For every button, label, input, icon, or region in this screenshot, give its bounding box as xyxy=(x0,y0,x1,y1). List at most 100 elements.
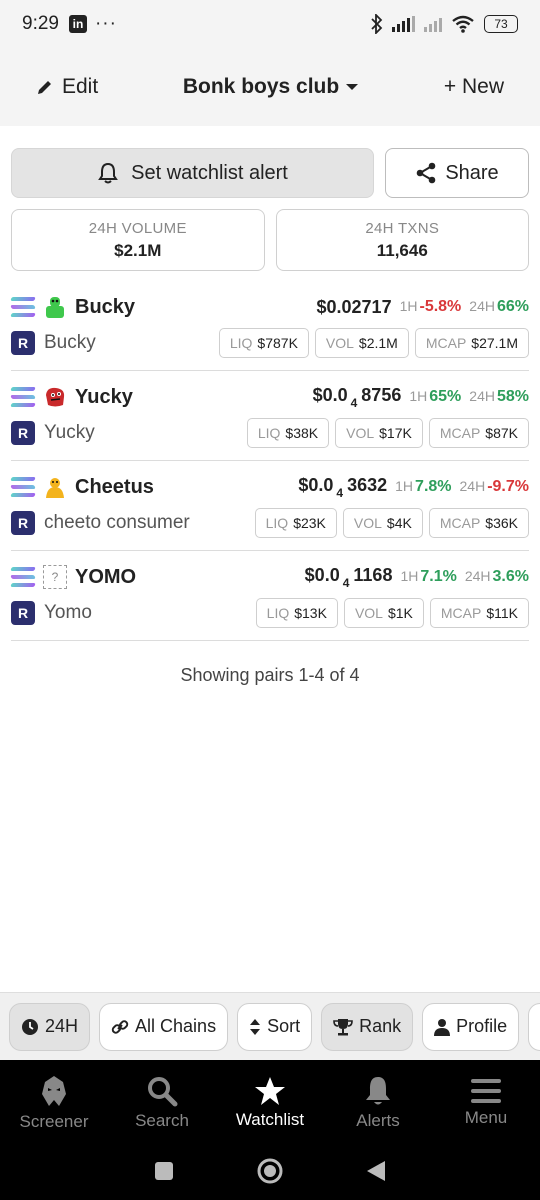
price-rest: 3632 xyxy=(347,474,388,495)
pair-symbol: YOMO xyxy=(75,565,137,588)
profile-button[interactable]: Profile xyxy=(422,1002,520,1051)
change-24h: 24H 58% xyxy=(469,388,529,406)
chip-label: VOL xyxy=(354,605,383,621)
change-1h-label: 1H xyxy=(409,388,428,404)
change-1h-label: 1H xyxy=(395,478,414,494)
new-watchlist-button[interactable]: + New xyxy=(444,75,504,99)
home-icon[interactable] xyxy=(256,1157,284,1185)
chip-value: $23K xyxy=(293,515,326,531)
pencil-icon xyxy=(38,81,51,94)
raydium-icon: R xyxy=(11,511,35,535)
pair-name: Bucky xyxy=(44,332,96,353)
change-1h-value: 65% xyxy=(429,388,462,405)
volume-chip: VOL $4K xyxy=(342,508,423,538)
stat-value: 11,646 xyxy=(376,240,428,260)
edit-button[interactable]: Edit xyxy=(36,75,98,99)
green-frog-icon xyxy=(43,295,67,319)
change-24h: 24H 66% xyxy=(469,298,529,316)
status-time: 9:29 xyxy=(22,13,59,34)
pair-row[interactable]: Bucky $0.02717 1H -5.8% 24H 66% R Bucky LI… xyxy=(10,281,529,371)
change-24h-value: 66% xyxy=(496,298,529,315)
more-filter-button[interactable] xyxy=(528,1002,540,1051)
price-zero-count: 4 xyxy=(342,575,350,590)
clock-icon xyxy=(22,1018,38,1035)
watchlist-title: Bonk boys club xyxy=(182,75,340,98)
chip-label: LIQ xyxy=(266,605,290,621)
nav-screener-label: Screener xyxy=(19,1112,89,1131)
solana-icon xyxy=(10,297,36,317)
watchlist-stats: 24H VOLUME $2.1M 24H TXNS 11,646 xyxy=(0,198,540,271)
edit-label: Edit xyxy=(62,75,99,98)
change-24h-value: -9.7% xyxy=(487,478,529,495)
chip-label: MCAP xyxy=(425,335,467,351)
chip-value: $787K xyxy=(257,335,298,351)
rank-label: Rank xyxy=(359,1016,402,1036)
pair-row[interactable]: Yucky $0.0 4 8756 1H 65% 24H 58% R Yucky LIQ… xyxy=(10,371,529,461)
chip-value: $38K xyxy=(285,425,319,441)
user-icon xyxy=(434,1018,451,1036)
chip-label: MCAP xyxy=(439,425,481,441)
nav-watchlist-label: Watchlist xyxy=(235,1110,305,1129)
link-icon xyxy=(111,1019,129,1034)
price-rest: 1168 xyxy=(353,564,393,585)
change-24h-label: 24H xyxy=(459,478,486,494)
change-24h-label: 24H xyxy=(469,298,495,314)
change-1h: 1H 65% xyxy=(409,388,461,406)
nav-menu[interactable]: Menu xyxy=(432,1060,540,1146)
nav-screener[interactable]: Screener xyxy=(0,1060,108,1146)
top-area: 9:29 in ··· 73 Edit Bonk boys club + New xyxy=(0,0,540,126)
pair-price: $0.0 4 8756 xyxy=(313,385,402,410)
watchlist-selector[interactable]: Bonk boys club xyxy=(183,75,359,99)
chip-value: $87K xyxy=(485,425,518,441)
change-1h-label: 1H xyxy=(400,568,419,584)
menu-icon xyxy=(471,1079,501,1103)
new-label: + New xyxy=(443,75,504,98)
price-zero-count: 4 xyxy=(350,395,358,410)
recents-icon[interactable] xyxy=(154,1161,174,1181)
timeframe-filter-button[interactable]: 24H xyxy=(9,1002,91,1051)
chip-value: $4K xyxy=(386,515,412,531)
pair-row[interactable]: ? YOMO $0.0 4 1168 1H 7.1% 24H 3.6% R Yomo L… xyxy=(10,551,529,641)
mcap-chip: MCAP $27.1M xyxy=(414,328,529,358)
solana-icon xyxy=(10,567,36,587)
search-icon xyxy=(148,1077,178,1107)
mcap-chip: MCAP $11K xyxy=(429,598,529,628)
nav-watchlist[interactable]: Watchlist xyxy=(216,1060,324,1146)
price-main: $0.0 xyxy=(312,384,348,405)
mcap-chip: MCAP $36K xyxy=(428,508,529,538)
watchlist-actions: Set watchlist alert Share xyxy=(0,126,540,198)
rank-button[interactable]: Rank xyxy=(321,1002,414,1051)
liquidity-chip: LIQ $787K xyxy=(218,328,309,358)
price-main: $0.02717 xyxy=(316,296,392,317)
status-icons: 73 xyxy=(371,14,518,34)
chip-value: $17K xyxy=(379,425,412,441)
set-alert-button[interactable]: Set watchlist alert xyxy=(11,148,374,198)
chip-value: $36K xyxy=(485,515,518,531)
chip-value: $2.1M xyxy=(358,335,398,351)
share-button[interactable]: Share xyxy=(385,148,529,198)
back-icon[interactable] xyxy=(366,1160,386,1182)
set-alert-label: Set watchlist alert xyxy=(131,161,288,184)
stat-label: 24H TXNS xyxy=(365,219,440,237)
pair-row[interactable]: Cheetus $0.0 4 3632 1H 7.8% 24H -9.7% R chee… xyxy=(10,461,529,551)
pair-price: $0.02717 xyxy=(317,297,392,318)
chip-label: MCAP xyxy=(440,605,482,621)
nav-alerts[interactable]: Alerts xyxy=(324,1060,432,1146)
linkedin-icon: in xyxy=(68,15,87,33)
chip-label: VOL xyxy=(353,515,382,531)
liquidity-chip: LIQ $38K xyxy=(246,418,330,448)
nav-search[interactable]: Search xyxy=(108,1060,216,1146)
chip-value: $13K xyxy=(294,605,327,621)
sort-button[interactable]: Sort xyxy=(237,1002,313,1051)
change-24h-value: 3.6% xyxy=(492,568,529,585)
chip-value: $27.1M xyxy=(471,335,518,351)
volume-chip: VOL $1K xyxy=(343,598,424,628)
share-icon xyxy=(417,162,436,184)
caret-down-icon xyxy=(346,84,359,90)
filter-bar: 24H All Chains Sort Rank Profile xyxy=(0,992,540,1060)
pair-symbol: Yucky xyxy=(75,385,133,408)
chains-filter-button[interactable]: All Chains xyxy=(99,1002,229,1051)
watchlist-header: Edit Bonk boys club + New xyxy=(0,48,540,126)
more-notifications-icon: ··· xyxy=(94,13,117,34)
bell-icon xyxy=(366,1077,390,1105)
